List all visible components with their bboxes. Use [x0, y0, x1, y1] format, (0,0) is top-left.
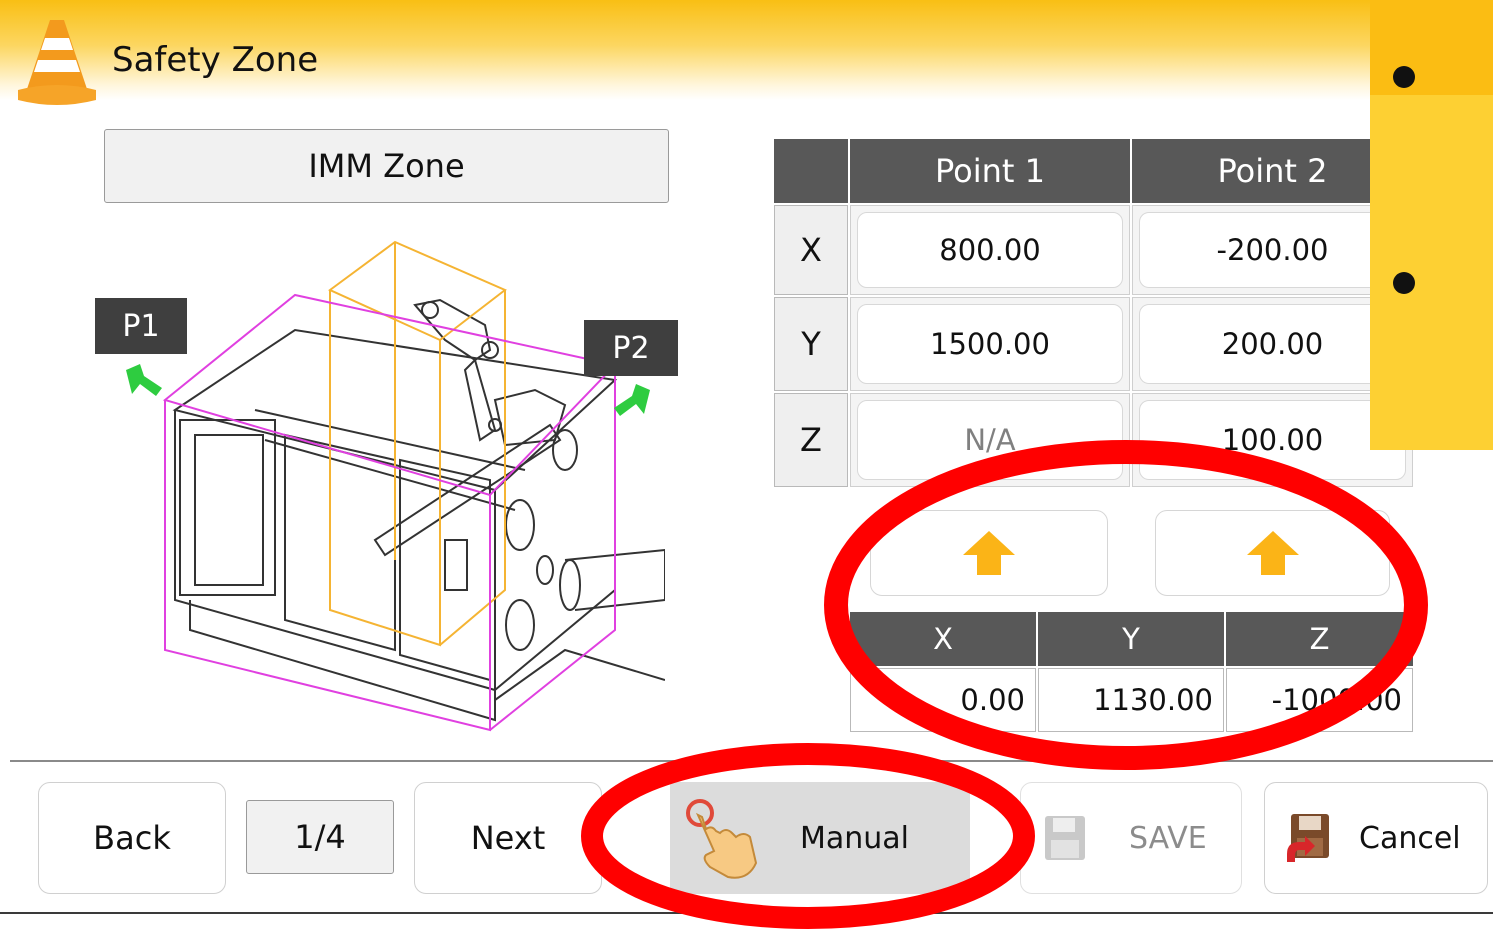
point2-x-field[interactable]: -200.00 [1139, 212, 1406, 288]
point2-y-field[interactable]: 200.00 [1139, 304, 1406, 384]
point2-badge: P2 [584, 320, 678, 376]
save-button[interactable]: SAVE [1020, 782, 1242, 894]
page-indicator: 1/4 [246, 800, 394, 874]
traffic-cone-icon [14, 16, 100, 108]
annotation-highlight [578, 730, 1038, 929]
table-header-point1: Point 1 [850, 139, 1130, 203]
note-bullet [1393, 272, 1415, 294]
point1-badge: P1 [95, 298, 187, 354]
back-button[interactable]: Back [38, 782, 226, 894]
note-bullet [1393, 66, 1415, 88]
point1-arrow-icon [122, 362, 166, 402]
row-label-x: X [774, 205, 848, 295]
next-button[interactable]: Next [414, 782, 602, 894]
annotation-highlight [820, 436, 1432, 774]
table-header-corner [774, 139, 848, 203]
cancel-label: Cancel [1359, 820, 1461, 856]
page-title: Safety Zone [112, 40, 319, 80]
cancel-button[interactable]: Cancel [1264, 782, 1488, 894]
table-cell: 1500.00 [850, 297, 1130, 391]
zone-select-button[interactable]: IMM Zone [104, 129, 669, 203]
annotation-note-header [1370, 0, 1493, 95]
save-disk-icon [1045, 816, 1085, 860]
point2-arrow-icon [610, 382, 654, 424]
row-label-y: Y [774, 297, 848, 391]
cancel-disk-icon [1287, 814, 1329, 862]
point1-x-field[interactable]: 800.00 [857, 212, 1123, 288]
table-cell: 800.00 [850, 205, 1130, 295]
save-label: SAVE [1129, 820, 1207, 856]
point1-y-field[interactable]: 1500.00 [857, 304, 1123, 384]
